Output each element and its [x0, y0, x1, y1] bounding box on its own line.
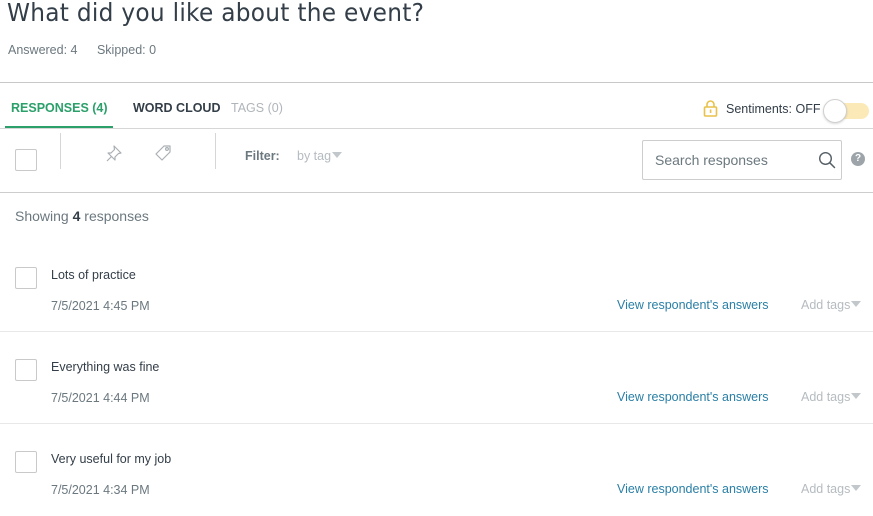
tag-icon[interactable] [153, 144, 173, 164]
chevron-down-icon [332, 152, 343, 158]
filter-dropdown[interactable]: by tag [297, 149, 343, 163]
sentiments-toggle[interactable] [821, 99, 869, 123]
view-respondent-answers-link[interactable]: View respondent's answers [617, 298, 769, 312]
search-box [642, 140, 842, 180]
response-row: Everything was fine 7/5/2021 4:44 PM Vie… [0, 332, 873, 424]
toggle-knob [823, 99, 847, 123]
lock-icon [703, 100, 718, 117]
toolbar-divider [215, 133, 216, 169]
select-all-checkbox[interactable] [15, 149, 37, 171]
add-tags-dropdown[interactable]: Add tags [801, 390, 862, 404]
filter-value: by tag [297, 149, 332, 163]
response-text: Very useful for my job [51, 452, 172, 466]
response-row: Very useful for my job 7/5/2021 4:34 PM … [0, 424, 873, 516]
response-count: 4 [72, 208, 81, 224]
response-date: 7/5/2021 4:34 PM [51, 483, 150, 497]
response-checkbox[interactable] [15, 451, 37, 473]
add-tags-dropdown[interactable]: Add tags [801, 482, 862, 496]
sentiments-control: Sentiments: OFF [703, 100, 820, 117]
question-stats: Answered: 4 Skipped: 0 [8, 43, 172, 57]
response-row: Lots of practice 7/5/2021 4:45 PM View r… [0, 240, 873, 332]
add-tags-dropdown[interactable]: Add tags [801, 298, 862, 312]
divider [0, 82, 873, 83]
search-icon[interactable] [818, 151, 836, 169]
tab-responses[interactable]: RESPONSES (4) [11, 101, 108, 115]
chevron-down-icon [851, 485, 862, 491]
filter-label: Filter: [245, 149, 280, 163]
pin-icon[interactable] [104, 144, 124, 164]
answered-count: Answered: 4 [8, 43, 78, 57]
chevron-down-icon [851, 393, 862, 399]
response-text: Lots of practice [51, 268, 136, 282]
question-title: What did you like about the event? [7, 0, 425, 27]
tab-word-cloud[interactable]: WORD CLOUD [133, 101, 221, 115]
response-date: 7/5/2021 4:44 PM [51, 391, 150, 405]
divider [0, 192, 873, 193]
toolbar-divider [60, 133, 61, 169]
response-text: Everything was fine [51, 360, 160, 374]
view-respondent-answers-link[interactable]: View respondent's answers [617, 390, 769, 404]
skipped-count: Skipped: 0 [96, 43, 157, 57]
help-icon[interactable]: ? [851, 152, 865, 166]
tab-tags[interactable]: TAGS (0) [231, 101, 283, 115]
view-respondent-answers-link[interactable]: View respondent's answers [617, 482, 769, 496]
response-checkbox[interactable] [15, 267, 37, 289]
search-input[interactable] [643, 141, 813, 179]
response-date: 7/5/2021 4:45 PM [51, 299, 150, 313]
chevron-down-icon [851, 301, 862, 307]
sentiments-label: Sentiments: OFF [726, 101, 821, 116]
response-count-summary: Showing 4 responses [15, 208, 149, 224]
toolbar: Filter: by tag ? [0, 129, 873, 192]
response-checkbox[interactable] [15, 359, 37, 381]
